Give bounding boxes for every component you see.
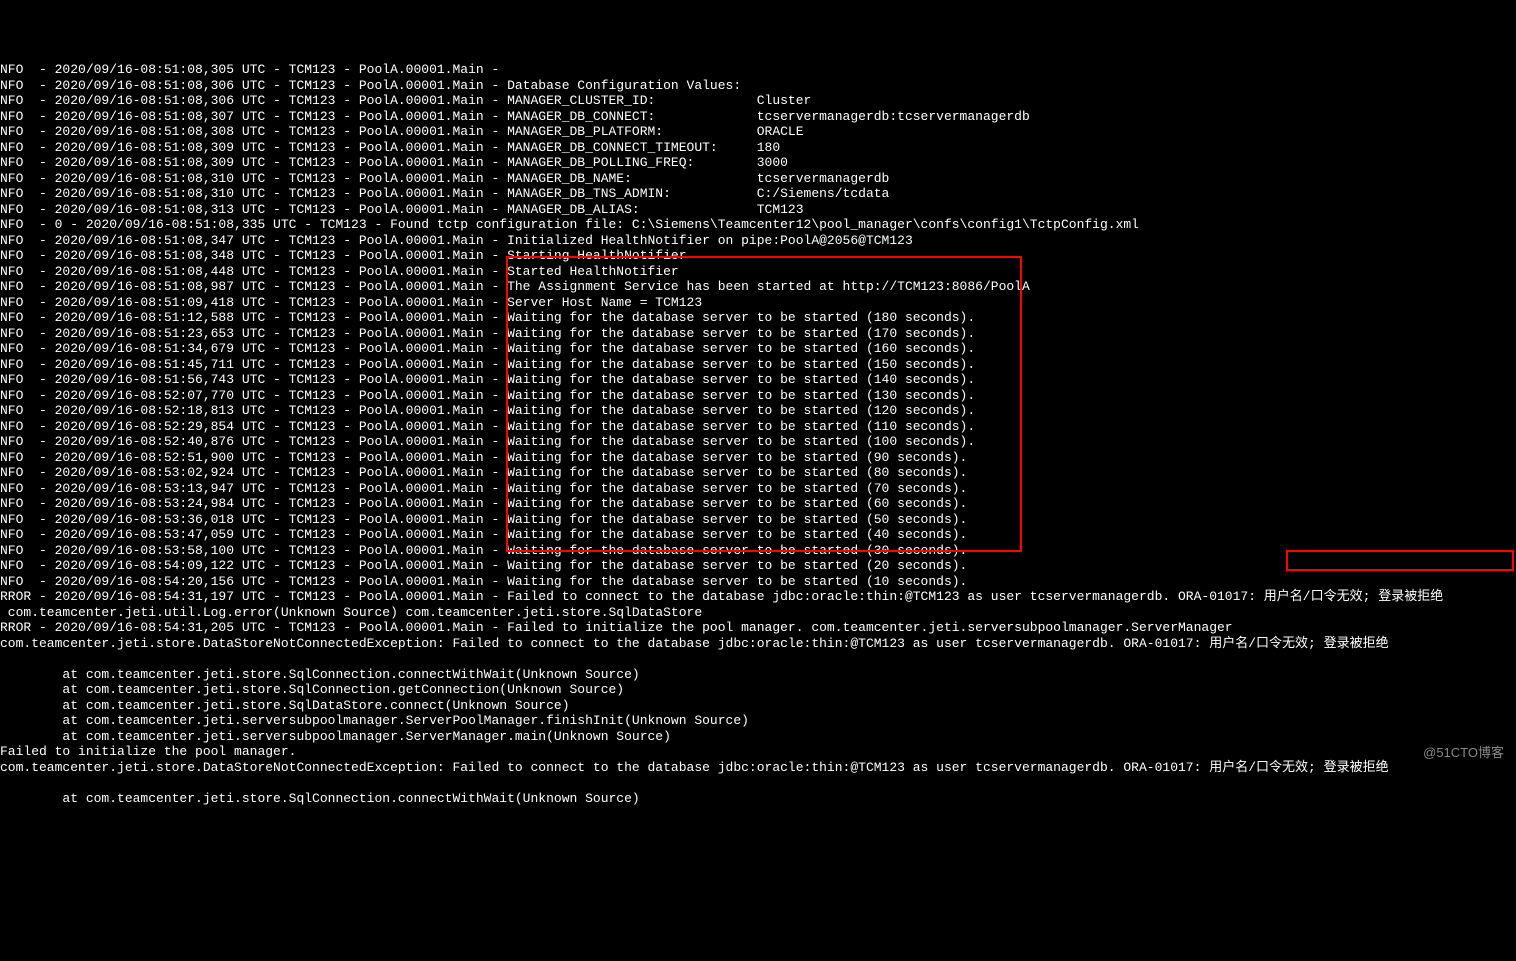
log-line: NFO - 2020/09/16-08:54:20,156 UTC - TCM1… xyxy=(0,574,1516,590)
log-line: NFO - 2020/09/16-08:51:12,588 UTC - TCM1… xyxy=(0,310,1516,326)
log-line: at com.teamcenter.jeti.serversubpoolmana… xyxy=(0,713,1516,729)
log-line: NFO - 2020/09/16-08:51:45,711 UTC - TCM1… xyxy=(0,357,1516,373)
log-line: NFO - 2020/09/16-08:51:08,987 UTC - TCM1… xyxy=(0,279,1516,295)
log-line: NFO - 2020/09/16-08:51:08,348 UTC - TCM1… xyxy=(0,248,1516,264)
log-line: NFO - 2020/09/16-08:53:58,100 UTC - TCM1… xyxy=(0,543,1516,559)
log-line: com.teamcenter.jeti.store.DataStoreNotCo… xyxy=(0,636,1516,652)
log-line: NFO - 0 - 2020/09/16-08:51:08,335 UTC - … xyxy=(0,217,1516,233)
log-line: NFO - 2020/09/16-08:51:08,305 UTC - TCM1… xyxy=(0,62,1516,78)
log-line xyxy=(0,775,1516,791)
log-line: NFO - 2020/09/16-08:53:47,059 UTC - TCM1… xyxy=(0,527,1516,543)
log-line: NFO - 2020/09/16-08:53:13,947 UTC - TCM1… xyxy=(0,481,1516,497)
log-line: com.teamcenter.jeti.store.DataStoreNotCo… xyxy=(0,760,1516,776)
log-line: NFO - 2020/09/16-08:53:36,018 UTC - TCM1… xyxy=(0,512,1516,528)
log-line: Failed to initialize the pool manager. xyxy=(0,744,1516,760)
log-line: NFO - 2020/09/16-08:51:09,418 UTC - TCM1… xyxy=(0,295,1516,311)
log-line: NFO - 2020/09/16-08:52:29,854 UTC - TCM1… xyxy=(0,419,1516,435)
log-line: NFO - 2020/09/16-08:51:08,306 UTC - TCM1… xyxy=(0,93,1516,109)
log-line: NFO - 2020/09/16-08:53:24,984 UTC - TCM1… xyxy=(0,496,1516,512)
log-line: at com.teamcenter.jeti.serversubpoolmana… xyxy=(0,729,1516,745)
log-line: NFO - 2020/09/16-08:51:08,347 UTC - TCM1… xyxy=(0,233,1516,249)
log-line: NFO - 2020/09/16-08:52:18,813 UTC - TCM1… xyxy=(0,403,1516,419)
log-line: RROR - 2020/09/16-08:54:31,205 UTC - TCM… xyxy=(0,620,1516,636)
log-line: NFO - 2020/09/16-08:51:08,448 UTC - TCM1… xyxy=(0,264,1516,280)
log-line: NFO - 2020/09/16-08:51:08,309 UTC - TCM1… xyxy=(0,140,1516,156)
log-line: NFO - 2020/09/16-08:51:08,308 UTC - TCM1… xyxy=(0,124,1516,140)
log-line: at com.teamcenter.jeti.store.SqlConnecti… xyxy=(0,791,1516,807)
log-line: NFO - 2020/09/16-08:51:34,679 UTC - TCM1… xyxy=(0,341,1516,357)
log-line: RROR - 2020/09/16-08:54:31,197 UTC - TCM… xyxy=(0,589,1516,605)
log-line: NFO - 2020/09/16-08:51:08,309 UTC - TCM1… xyxy=(0,155,1516,171)
log-line: NFO - 2020/09/16-08:51:56,743 UTC - TCM1… xyxy=(0,372,1516,388)
log-line: at com.teamcenter.jeti.store.SqlConnecti… xyxy=(0,667,1516,683)
log-line: NFO - 2020/09/16-08:53:02,924 UTC - TCM1… xyxy=(0,465,1516,481)
log-line: NFO - 2020/09/16-08:54:09,122 UTC - TCM1… xyxy=(0,558,1516,574)
log-line: NFO - 2020/09/16-08:51:23,653 UTC - TCM1… xyxy=(0,326,1516,342)
log-line: NFO - 2020/09/16-08:51:08,310 UTC - TCM1… xyxy=(0,171,1516,187)
log-line: NFO - 2020/09/16-08:51:08,307 UTC - TCM1… xyxy=(0,109,1516,125)
log-output: NFO - 2020/09/16-08:51:08,305 UTC - TCM1… xyxy=(0,62,1516,806)
log-line: NFO - 2020/09/16-08:51:08,310 UTC - TCM1… xyxy=(0,186,1516,202)
watermark-text: @51CTO博客 xyxy=(1423,745,1504,761)
log-line: at com.teamcenter.jeti.store.SqlConnecti… xyxy=(0,682,1516,698)
log-line: NFO - 2020/09/16-08:52:40,876 UTC - TCM1… xyxy=(0,434,1516,450)
log-line: NFO - 2020/09/16-08:52:51,900 UTC - TCM1… xyxy=(0,450,1516,466)
log-line: at com.teamcenter.jeti.store.SqlDataStor… xyxy=(0,698,1516,714)
log-line: com.teamcenter.jeti.util.Log.error(Unkno… xyxy=(0,605,1516,621)
log-line: NFO - 2020/09/16-08:51:08,306 UTC - TCM1… xyxy=(0,78,1516,94)
log-line: NFO - 2020/09/16-08:51:08,313 UTC - TCM1… xyxy=(0,202,1516,218)
log-line xyxy=(0,651,1516,667)
log-line: NFO - 2020/09/16-08:52:07,770 UTC - TCM1… xyxy=(0,388,1516,404)
